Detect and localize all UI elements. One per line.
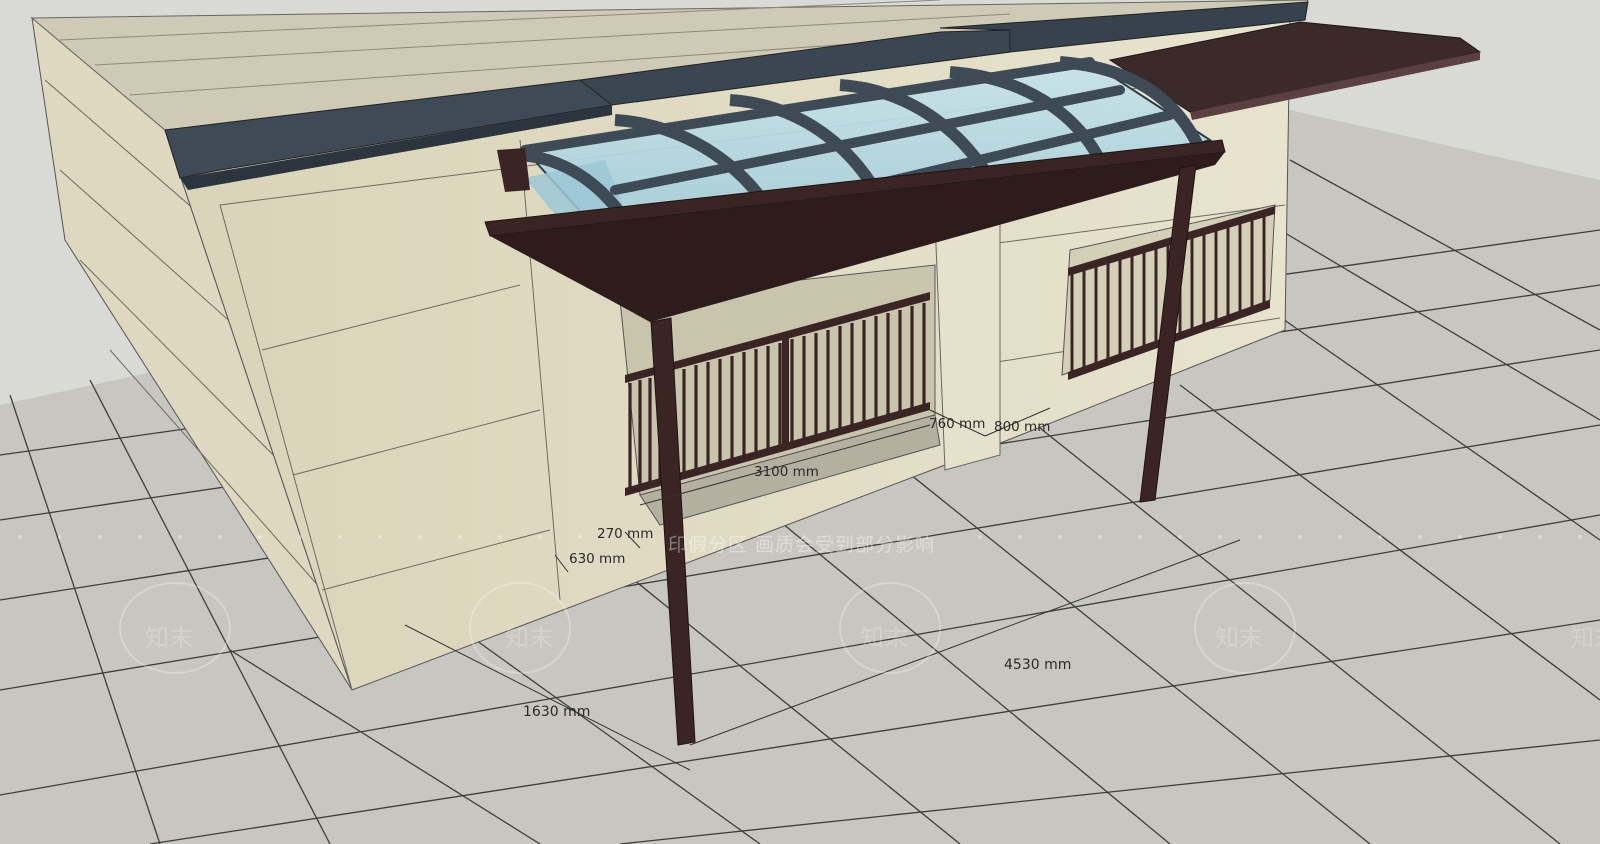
canvas-viewport[interactable]: 1630 mm 4530 mm 3100 mm 760 mm 800 mm 27… <box>0 0 1600 844</box>
watermark-logo: 知末 <box>1570 624 1600 652</box>
watermark-logo: 知末 <box>505 624 553 652</box>
dimension-label-1630: 1630 mm <box>523 704 591 720</box>
dimension-label-4530: 4530 mm <box>1004 657 1072 673</box>
dimension-label-270: 270 mm <box>597 526 654 542</box>
watermark-logo: 知末 <box>860 624 908 652</box>
dimension-label-800: 800 mm <box>994 419 1051 435</box>
canopy-3d-model <box>0 0 1600 844</box>
watermark-notice: 印假分区 画质会受到部分影响 <box>668 534 936 556</box>
dimension-label-630: 630 mm <box>569 551 626 567</box>
watermark-logo: 知末 <box>1215 624 1263 652</box>
watermark-logo: 知末 <box>145 624 193 652</box>
dimension-label-760: 760 mm <box>929 416 986 432</box>
dimension-label-3100: 3100 mm <box>754 464 819 480</box>
